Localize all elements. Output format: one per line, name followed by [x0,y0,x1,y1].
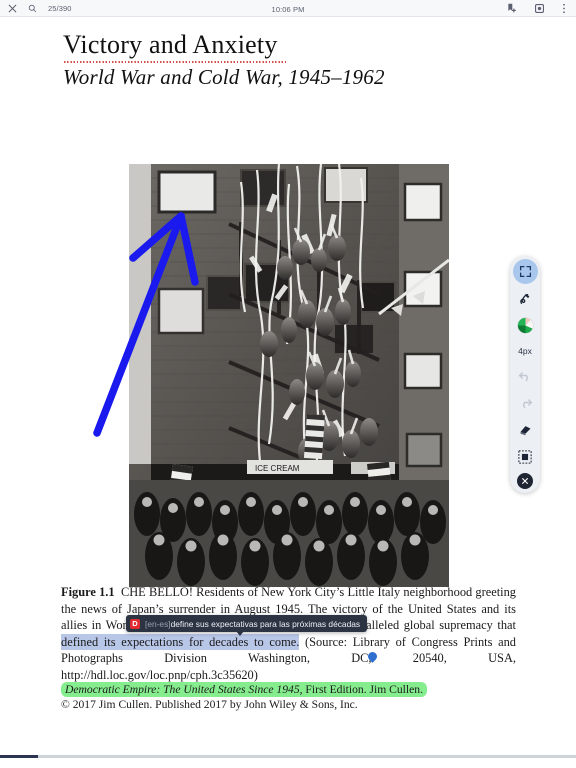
reading-progress-fill [0,755,39,758]
copyright-line: © 2017 Jim Cullen. Published 2017 by Joh… [61,698,358,712]
top-app-bar: 25/390 10:06 PM [0,0,576,17]
pen-icon[interactable] [513,286,538,311]
stroke-width-label[interactable]: 4px [518,340,532,361]
redo-icon[interactable] [513,390,538,415]
close-icon[interactable] [517,473,533,489]
page-title: Victory and Anxiety [63,30,278,59]
svg-text:ICE CREAM: ICE CREAM [255,464,300,473]
settings-icon[interactable] [534,3,545,14]
spellcheck-underline [64,61,286,63]
tooltip-language-pair: [en-es] [145,618,171,629]
select-area-icon[interactable] [513,444,538,469]
page-subtitle: World War and Cold War, 1945–1962 [63,65,385,89]
book-edition: First Edition. Jim Cullen. [302,683,423,696]
appbar-right-group [506,3,576,14]
tooltip-pointer [236,631,244,636]
clock-container: 10:06 PM [0,0,576,17]
clock-label: 10:06 PM [271,5,305,14]
highlighted-credit-line[interactable]: Democratic Empire: The United States Sin… [61,682,427,697]
more-vertical-icon[interactable] [562,3,566,14]
annotation-toolbar[interactable]: 4px [510,256,540,493]
figure-caption-label: Figure 1.1 [61,585,115,599]
figure-container: ICE CREAM [93,164,449,587]
close-icon[interactable] [8,4,17,13]
figure-photograph: ICE CREAM [129,164,449,587]
eraser-icon[interactable] [513,417,538,442]
book-title: Democratic Empire: The United States Sin… [65,683,303,696]
document-page[interactable]: Victory and Anxiety World War and Cold W… [0,17,576,752]
translation-tooltip[interactable]: D [en-es] define sus expectativas para l… [126,615,368,636]
bookmark-add-icon[interactable] [506,3,517,14]
book-credits: Democratic Empire: The United States Sin… [61,682,491,713]
color-wheel-icon[interactable] [513,313,538,338]
reading-progress-track[interactable] [0,755,576,758]
tooltip-translation-text: define sus expectativas para las próxima… [170,618,361,629]
selected-text[interactable]: defined its expectations for decades to … [61,633,300,650]
undo-icon[interactable] [513,363,538,388]
page-indicator[interactable]: 25/390 [48,4,72,13]
appbar-left-group: 25/390 [0,4,72,13]
figure-caption[interactable]: Figure 1.1 CHE BELLO! Residents of New Y… [61,584,516,684]
bottom-spacer [0,758,576,768]
search-icon[interactable] [28,4,37,13]
dictionary-badge-icon: D [130,618,140,629]
expand-icon[interactable] [512,259,538,284]
